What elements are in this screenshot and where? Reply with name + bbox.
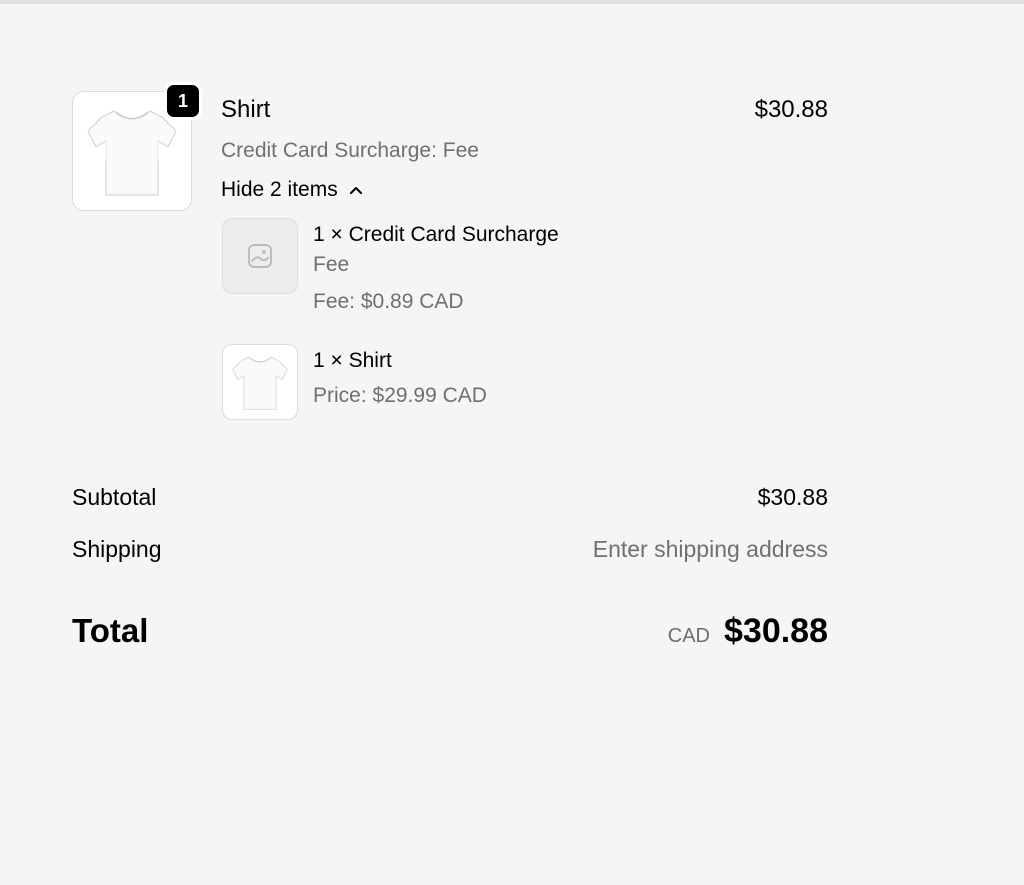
line-item: 1 Shirt $30.88 Credit Card Surcharge: Fe… [72, 82, 828, 438]
shipping-label: Shipping [72, 536, 162, 562]
subtotal-value: $30.88 [757, 484, 828, 510]
list-item: 1 × Credit Card Surcharge Fee Fee: $0.89… [222, 218, 782, 344]
total-label: Total [72, 612, 149, 649]
order-summary: 1 Shirt $30.88 Credit Card Surcharge: Fe… [72, 82, 828, 438]
quantity-badge: 1 [164, 82, 202, 120]
bundle-item-thumbnail [222, 344, 298, 420]
chevron-up-icon [349, 187, 362, 194]
bundle-item-thumbnail [222, 218, 298, 294]
shipping-row: Shipping Enter shipping address [72, 530, 828, 582]
bundle-item-detail: Fee [313, 253, 350, 276]
product-price: $30.88 [754, 96, 828, 123]
bundle-item-price: Price: $29.99 CAD [313, 384, 487, 407]
cost-summary: Subtotal $30.88 Shipping Enter shipping … [72, 478, 828, 664]
product-title: Shirt [221, 96, 271, 123]
total-value-group: CAD $30.88 [668, 612, 828, 651]
tshirt-image [232, 356, 288, 410]
subtotal-row: Subtotal $30.88 [72, 478, 828, 530]
bundle-item-name: 1 × Credit Card Surcharge [313, 223, 559, 246]
toggle-label: Hide 2 items [221, 178, 338, 201]
image-placeholder-icon [248, 244, 272, 268]
bundle-item-price: Fee: $0.89 CAD [313, 290, 464, 313]
list-item: 1 × Shirt Price: $29.99 CAD [222, 344, 782, 470]
hide-items-toggle[interactable]: Hide 2 items [221, 177, 364, 203]
total-amount: $30.88 [724, 612, 828, 650]
product-variant: Credit Card Surcharge: Fee [221, 139, 479, 162]
shipping-value: Enter shipping address [592, 536, 828, 562]
total-currency: CAD [667, 625, 710, 647]
top-divider [0, 0, 1024, 4]
subtotal-label: Subtotal [72, 484, 157, 510]
bundle-item-name: 1 × Shirt [313, 349, 392, 372]
bundle-items-list: 1 × Credit Card Surcharge Fee Fee: $0.89… [222, 218, 782, 470]
total-row: Total CAD $30.88 [72, 604, 828, 664]
